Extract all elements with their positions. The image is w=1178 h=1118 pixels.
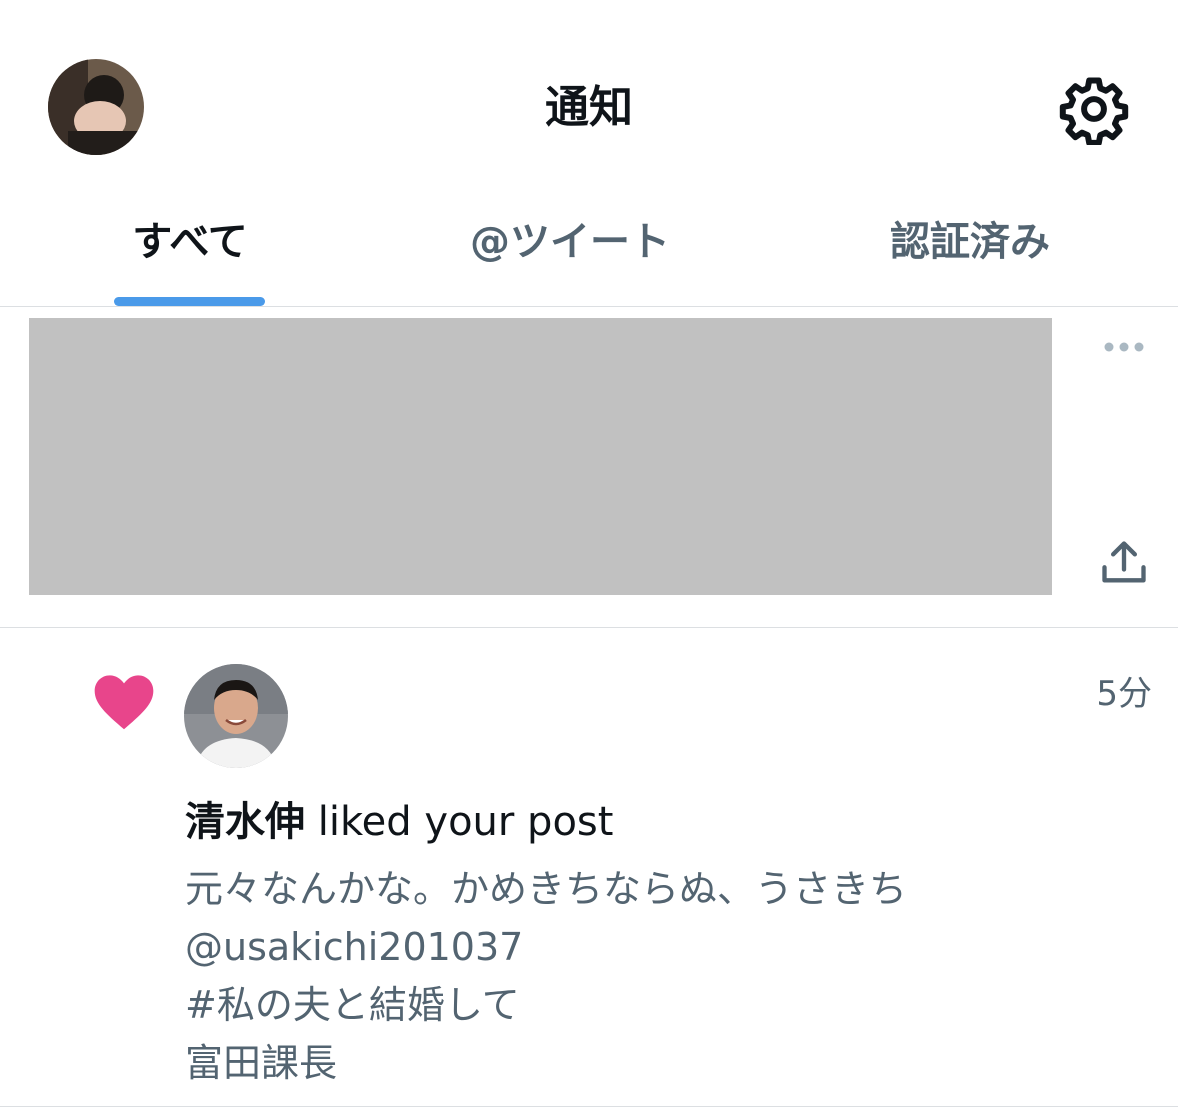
tab-all[interactable]: すべて xyxy=(90,214,290,270)
action-text: liked your post xyxy=(305,799,614,845)
profile-avatar-icon xyxy=(48,59,144,155)
page-title: 通知 xyxy=(545,82,633,133)
timestamp: 5分 xyxy=(1096,674,1152,714)
gear-icon xyxy=(1059,77,1129,146)
user-avatar[interactable] xyxy=(184,664,288,768)
post-line: 富田課長 xyxy=(185,1041,338,1085)
post-mention: @usakichi201037 xyxy=(185,925,524,969)
notification-item-redacted[interactable] xyxy=(0,307,1178,628)
notification-item-like[interactable]: 5分 清水伸 liked your post 元々なんかな。かめきちならぬ、うさ… xyxy=(0,628,1178,1107)
user-avatar-icon xyxy=(184,664,288,768)
share-button[interactable] xyxy=(1098,537,1150,589)
user-name[interactable]: 清水伸 xyxy=(185,799,305,845)
post-line: 元々なんかな。かめきちならぬ、うさきち xyxy=(185,867,908,911)
redacted-content xyxy=(29,318,1052,595)
notifications-screen: 通知 すべて @ツイート 認証済み 5分 清水伸 liked your post… xyxy=(0,0,1178,1118)
share-icon xyxy=(1102,541,1146,583)
post-hashtag: #私の夫と結婚して xyxy=(185,983,520,1027)
notification-headline: 清水伸 liked your post xyxy=(185,796,1085,848)
tab-mentions[interactable]: @ツイート xyxy=(430,214,710,270)
profile-avatar[interactable] xyxy=(48,59,144,155)
active-tab-indicator xyxy=(114,297,265,306)
settings-button[interactable] xyxy=(1058,73,1130,146)
more-horizontal-icon xyxy=(1104,342,1144,352)
heart-icon xyxy=(92,671,156,731)
header: 通知 xyxy=(0,0,1178,200)
tab-bar: すべて @ツイート 認証済み xyxy=(0,200,1178,307)
more-button[interactable] xyxy=(1100,335,1148,359)
post-preview[interactable]: 元々なんかな。かめきちならぬ、うさきち @usakichi201037 #私の夫… xyxy=(185,860,1085,1092)
tab-verified[interactable]: 認証済み xyxy=(860,214,1080,270)
